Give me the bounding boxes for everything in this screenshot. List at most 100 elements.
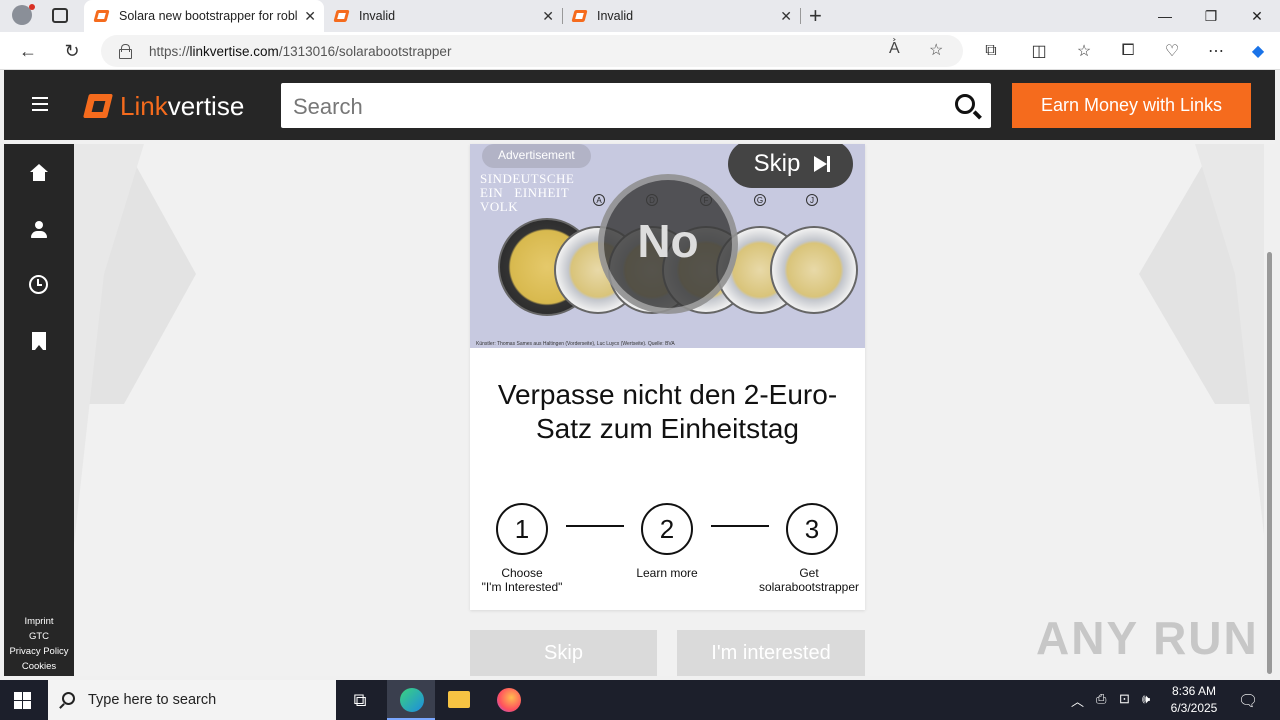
extensions-icon[interactable]: ⧉: [977, 38, 1005, 64]
firefox-icon[interactable]: [484, 680, 532, 720]
linkvertise-favicon: [94, 8, 110, 24]
interested-button[interactable]: I'm interested: [677, 630, 865, 676]
footer-link-imprint[interactable]: Imprint: [4, 616, 74, 627]
step-1-circle: 1: [496, 503, 548, 555]
close-window-icon[interactable]: ✕: [1234, 0, 1280, 32]
tray-chevron-icon[interactable]: ︿: [1071, 691, 1084, 710]
anyrun-watermark: ANY RUN: [1036, 612, 1259, 664]
network-icon[interactable]: ⊡: [1119, 691, 1130, 707]
tab-title: Solara new bootstrapper for robl: [119, 9, 298, 23]
close-tab-icon[interactable]: ✕: [304, 8, 316, 25]
taskbar-search-input[interactable]: Type here to search: [48, 680, 336, 720]
tab-separator: [800, 8, 801, 24]
close-tab-icon[interactable]: ✕: [780, 8, 792, 25]
decorative-chevron-right: [1139, 144, 1265, 544]
coin-image: [770, 226, 858, 314]
sidebar: Imprint GTC Privacy Policy Cookies: [4, 144, 74, 676]
new-tab-icon[interactable]: +: [809, 3, 822, 29]
step-3-label: Get solarabootstrapper: [758, 566, 860, 594]
browser-essentials-icon[interactable]: ♡: [1158, 38, 1186, 64]
web-page: Link vertise Search Earn Money with Links…: [4, 70, 1275, 676]
earn-money-button[interactable]: Earn Money with Links: [1012, 83, 1251, 128]
split-screen-icon[interactable]: ◫: [1025, 38, 1053, 64]
copilot-icon[interactable]: ◆: [1244, 38, 1272, 64]
no-overlay-text: No: [637, 215, 699, 267]
decorative-chevron-left: [74, 144, 196, 544]
search-icon: [62, 692, 75, 705]
logo-mark-icon: [84, 90, 116, 122]
taskbar-clock[interactable]: 8:36 AM 6/3/2025: [1164, 683, 1224, 717]
ad-image[interactable]: SINDEUTSCHE EIN EINHEIT VOLK A D F G J N…: [470, 144, 865, 348]
windows-taskbar: Type here to search ⧉ ︿ ⎙ ⊡ 🕪 8:36 AM 6/…: [0, 680, 1280, 720]
volume-icon[interactable]: 🕪: [1142, 691, 1150, 707]
back-arrow-icon[interactable]: ←: [14, 38, 42, 64]
skip-ad-button[interactable]: Skip: [728, 144, 853, 188]
logo-text-link: Link: [120, 90, 168, 121]
tray-device-icon[interactable]: ⎙: [1096, 691, 1106, 707]
footer-link-cookies[interactable]: Cookies: [4, 661, 74, 672]
notifications-icon[interactable]: 🗨: [1238, 691, 1258, 711]
tab-title: Invalid: [359, 9, 396, 23]
tab-actions-icon[interactable]: [52, 8, 68, 23]
restore-icon[interactable]: ❐: [1188, 0, 1234, 32]
more-menu-icon[interactable]: ⋯: [1202, 38, 1230, 64]
collections-icon[interactable]: ⧠: [1114, 38, 1142, 64]
user-icon[interactable]: [29, 220, 49, 240]
refresh-icon[interactable]: ↻: [58, 38, 86, 64]
history-icon[interactable]: [29, 275, 48, 294]
clock-date: 6/3/2025: [1170, 701, 1218, 715]
ad-headline: Verpasse nicht den 2-Euro-Satz zum Einhe…: [497, 379, 838, 444]
ad-image-text: SINDEUTSCHE EIN EINHEIT VOLK: [480, 171, 575, 214]
scrollbar-thumb[interactable]: [1267, 252, 1272, 674]
logo-text-vertise: vertise: [167, 90, 245, 121]
footer-link-gtc[interactable]: GTC: [4, 631, 74, 642]
file-explorer-icon[interactable]: [435, 680, 483, 720]
windows-start-icon[interactable]: [14, 692, 32, 710]
skip-button[interactable]: Skip: [470, 630, 657, 676]
tab-invalid-1[interactable]: Invalid ✕: [324, 0, 563, 32]
step-connector: [711, 525, 769, 527]
skip-forward-icon: [814, 156, 831, 172]
linkvertise-favicon: [572, 8, 588, 24]
url-text: https://linkvertise.com/1313016/solarabo…: [149, 44, 452, 59]
minimize-icon[interactable]: —: [1142, 0, 1188, 32]
step-2-label: Learn more: [636, 566, 698, 580]
coin-letter: G: [754, 194, 766, 206]
edge-taskbar-icon[interactable]: [387, 680, 435, 720]
site-search-input[interactable]: Search: [281, 83, 991, 128]
lock-icon[interactable]: [119, 44, 132, 59]
coin-letter: J: [806, 194, 818, 206]
page-scrollbar[interactable]: [1264, 144, 1275, 676]
footer-link-privacy[interactable]: Privacy Policy: [4, 646, 74, 657]
linkvertise-logo[interactable]: Link vertise: [84, 90, 244, 122]
taskbar-search-placeholder: Type here to search: [88, 692, 217, 708]
step-3-circle: 3: [786, 503, 838, 555]
address-bar[interactable]: https://linkvertise.com/1313016/solarabo…: [101, 35, 963, 67]
step-1-label: Choose "I'm Interested": [481, 566, 563, 594]
read-aloud-icon[interactable]: A͐: [889, 40, 900, 58]
favorites-icon[interactable]: ☆: [1070, 38, 1098, 64]
ad-small-print: Künstler: Thomas Sames aus Haltingen (Vo…: [476, 341, 675, 347]
task-view-icon[interactable]: ⧉: [336, 680, 384, 720]
clock-time: 8:36 AM: [1171, 684, 1217, 698]
ad-card: SINDEUTSCHE EIN EINHEIT VOLK A D F G J N…: [470, 144, 865, 610]
tab-invalid-2[interactable]: Invalid ✕: [562, 0, 801, 32]
home-icon[interactable]: [29, 164, 49, 184]
coin-letter: A: [593, 194, 605, 206]
browser-tab-strip: Solara new bootstrapper for robl ✕ Inval…: [0, 0, 1280, 32]
linkvertise-favicon: [334, 8, 350, 24]
search-icon[interactable]: [955, 94, 975, 114]
favorite-star-icon[interactable]: ☆: [929, 40, 943, 60]
site-header: Link vertise Search Earn Money with Links: [4, 70, 1275, 140]
tab-title: Invalid: [597, 9, 634, 23]
tab-solara[interactable]: Solara new bootstrapper for robl ✕: [84, 0, 324, 32]
close-tab-icon[interactable]: ✕: [542, 8, 554, 25]
step-connector: [566, 525, 624, 527]
hamburger-menu-icon[interactable]: [32, 97, 48, 111]
notification-dot: [29, 4, 35, 10]
advertisement-label: Advertisement: [482, 144, 591, 168]
step-2-circle: 2: [641, 503, 693, 555]
search-placeholder: Search: [293, 94, 363, 119]
browser-toolbar: ← ↻ https://linkvertise.com/1313016/sola…: [0, 32, 1280, 70]
bookmark-icon[interactable]: [29, 332, 49, 352]
